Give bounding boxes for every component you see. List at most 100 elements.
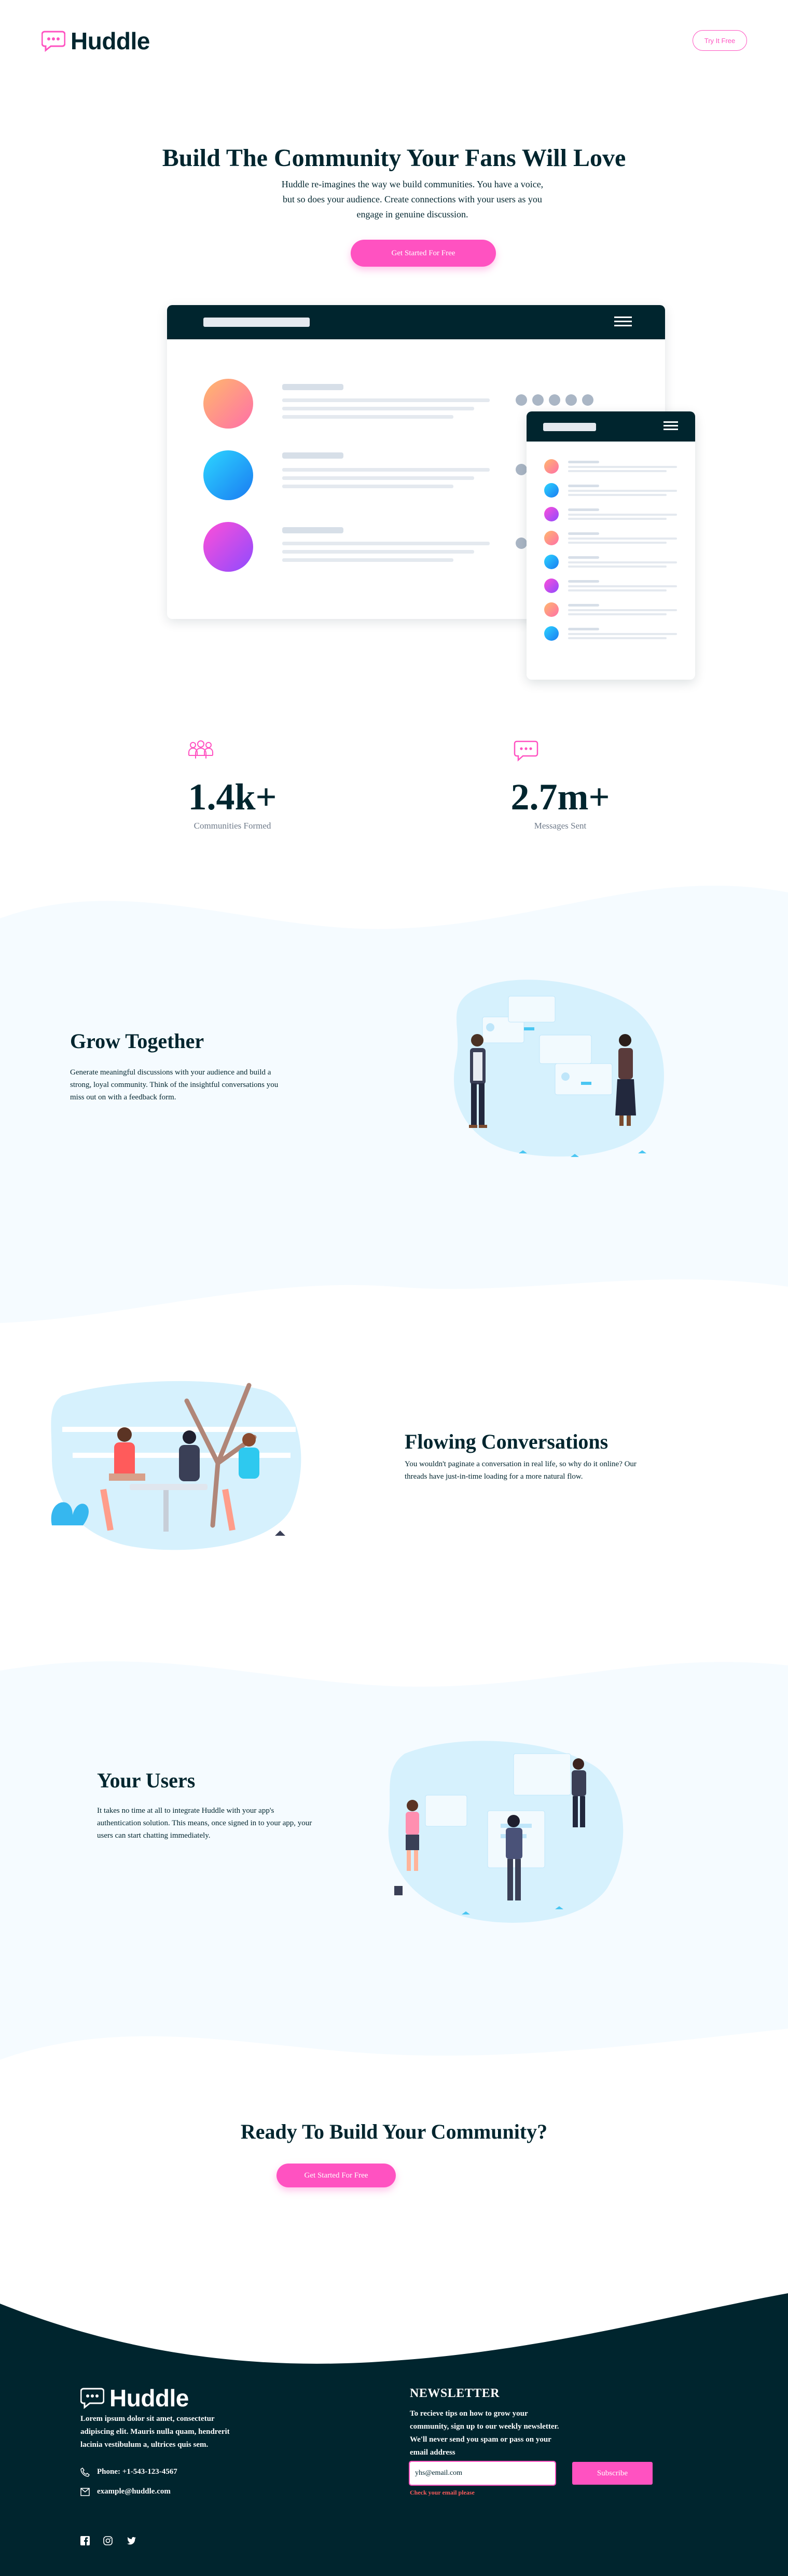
mobile-list-row [527, 507, 695, 522]
mockup-line [568, 470, 667, 472]
mockup-line [282, 476, 474, 480]
footer-email: example@huddle.com [80, 2485, 171, 2498]
mockup-line [568, 604, 599, 607]
mockup-line [568, 633, 677, 635]
hero-title: Build The Community Your Fans Will Love [162, 144, 626, 172]
avatar [544, 602, 559, 617]
communities-icon [188, 740, 214, 764]
chat-bubble-logo-icon [80, 2388, 104, 2409]
hamburger-icon [614, 316, 632, 327]
avatar [203, 522, 253, 572]
mockup-line [282, 542, 490, 545]
mockup-line [568, 485, 599, 487]
cta-title: Ready To Build Your Community? [240, 2120, 548, 2143]
try-it-free-button[interactable]: Try It Free [693, 30, 747, 51]
mockup-line [568, 466, 677, 468]
newsletter-title: NEWSLETTER [410, 2387, 500, 2400]
subscribe-button[interactable]: Subscribe [572, 2462, 653, 2485]
communities-label: Communities Formed [193, 821, 271, 831]
mockup-line [568, 538, 677, 540]
messages-count: 2.7m+ [510, 776, 610, 818]
footer-phone: Phone: +1-543-123-4567 [80, 2465, 177, 2478]
avatar [203, 450, 253, 500]
cta-get-started-button[interactable]: Get Started For Free [277, 2164, 396, 2187]
mockup-line [568, 532, 599, 535]
twitter-icon[interactable] [126, 2536, 136, 2545]
mockup-line [282, 407, 474, 410]
mockup-line [282, 485, 453, 488]
mockup-line [568, 580, 599, 583]
avatar [544, 483, 559, 498]
avatar [544, 507, 559, 521]
instagram-icon[interactable] [103, 2536, 113, 2545]
newsletter-text: To recieve tips on how to grow your comm… [410, 2409, 559, 2457]
communities-count: 1.4k+ [188, 776, 277, 818]
grow-together-illustration [453, 980, 664, 1157]
mockup-line [282, 468, 490, 472]
mockup-line [568, 637, 667, 639]
email-error-message: Check your email please [410, 2489, 475, 2496]
mobile-list-row [527, 626, 695, 642]
avatar [544, 531, 559, 545]
mockup-line [568, 561, 677, 563]
mobile-list-row [527, 578, 695, 594]
mobile-list-row [527, 483, 695, 499]
mobile-list-row [527, 555, 695, 570]
mockup-line [568, 585, 677, 587]
mobile-search-bar [543, 423, 596, 431]
phone-text: Phone: +1-543-123-4567 [97, 2468, 177, 2476]
flowing-conversations-text: You wouldn't paginate a conversation in … [405, 1460, 637, 1481]
mockup-line [568, 542, 667, 544]
mockup-line [282, 384, 343, 390]
footer-about: Lorem ipsum dolor sit amet, consectetur … [80, 2415, 230, 2449]
mockup-line [568, 490, 677, 492]
hamburger-icon [663, 421, 678, 431]
mockup-line [568, 609, 677, 611]
mockup-header-bar [167, 305, 665, 339]
avatar [544, 578, 559, 593]
mockup-dot [516, 538, 527, 549]
chat-bubble-logo-icon [42, 31, 65, 52]
logo[interactable]: Huddle [42, 27, 150, 55]
mockup-line [568, 514, 677, 516]
facebook-icon[interactable] [80, 2536, 90, 2545]
hero-description: Huddle re-imagines the way we build comm… [281, 179, 544, 219]
mockup-line [568, 461, 599, 463]
mobile-list-row [527, 531, 695, 546]
grow-together-title: Grow Together [70, 1029, 204, 1053]
avatar [203, 379, 253, 429]
email-icon [80, 2487, 90, 2496]
avatar [544, 459, 559, 474]
mockup-line [568, 589, 667, 591]
mockup-line [568, 566, 667, 568]
mockup-line [282, 415, 453, 419]
mockup-dots [516, 394, 593, 406]
get-started-button[interactable]: Get Started For Free [351, 240, 496, 267]
mockup-line [568, 613, 667, 615]
mockup-search-bar [203, 318, 310, 327]
flowing-conversations-title: Flowing Conversations [405, 1430, 609, 1453]
social-links [80, 2536, 136, 2545]
mockup-line [282, 558, 453, 562]
mockup-line [568, 518, 667, 520]
mockup-line [568, 556, 599, 559]
mockup-line [282, 550, 474, 554]
newsletter-email-input[interactable] [409, 2461, 556, 2486]
your-users-illustration [388, 1741, 624, 1923]
mockup-line [282, 527, 343, 533]
logo-text: Huddle [71, 27, 150, 54]
mockup-line [568, 628, 599, 630]
mockup-dot [516, 464, 527, 475]
flowing-conversations-illustration [51, 1381, 301, 1550]
avatar [544, 626, 559, 641]
your-users-title: Your Users [97, 1769, 196, 1792]
mockup-line [568, 494, 667, 496]
footer-logo-text: Huddle [109, 2385, 189, 2412]
phone-icon [80, 2467, 90, 2477]
mobile-mockup [527, 411, 695, 680]
email-text[interactable]: example@huddle.com [97, 2485, 171, 2498]
grow-together-text: Generate meaningful discussions with you… [70, 1068, 279, 1101]
footer-logo: Huddle [80, 2384, 189, 2412]
messages-label: Messages Sent [534, 821, 587, 831]
avatar [544, 555, 559, 569]
